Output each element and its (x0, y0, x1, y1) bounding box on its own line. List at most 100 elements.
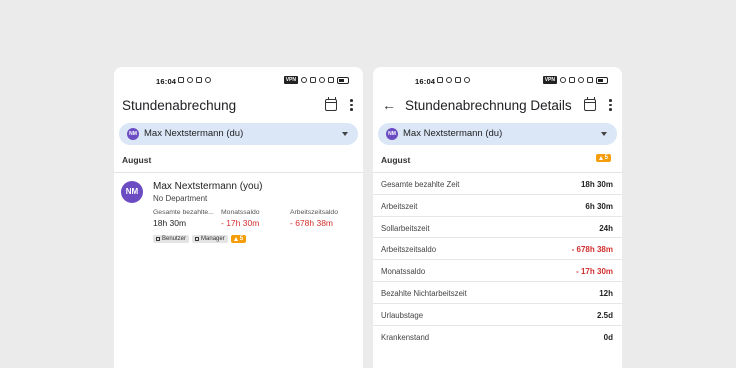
app-bar: Stundenabrechung (114, 95, 363, 117)
key-icon (464, 77, 470, 83)
battery-icon (337, 76, 349, 84)
employee-department: No Department (153, 194, 208, 203)
status-bar: 16:04 VPN (373, 67, 622, 93)
calendar-icon[interactable] (325, 97, 337, 111)
system-icons: VPN (542, 76, 608, 84)
warning-badge: 5 (595, 154, 611, 162)
stat-label: Gesamte bezahlte... (153, 209, 214, 216)
bluetooth-icon (310, 77, 316, 83)
vpn-icon: VPN (283, 76, 298, 84)
stat-value: - 17h 30m (221, 218, 260, 228)
role-tag: Benutzer (153, 235, 190, 243)
month-label: August (122, 155, 152, 165)
detail-row: Krankenstand 0d (373, 326, 622, 348)
detail-row: Arbeitszeit 6h 30m (373, 195, 622, 217)
role-tags: Benutzer Manager 5 (153, 235, 247, 243)
user-selector[interactable]: NM Max Nextstermann (du) (119, 123, 358, 145)
vpn-icon: VPN (542, 76, 557, 84)
detail-row: Monatssaldo - 17h 30m (373, 260, 622, 282)
detail-value: 12h (599, 288, 613, 298)
detail-value: - 17h 30m (576, 267, 613, 277)
manager-role-icon (195, 237, 200, 241)
notification-icon (446, 77, 452, 83)
detail-label: Monatssaldo (381, 267, 426, 277)
phone-screen-overview: 16:04 VPN Stundenabrechung NM Max Nextst… (114, 67, 363, 368)
notification-icons (178, 77, 211, 83)
selected-user-name: Max Nextstermann (du) (144, 128, 244, 139)
avatar: NM (127, 128, 139, 140)
warning-count: 5 (604, 155, 608, 161)
notification-icon (187, 77, 193, 83)
warning-icon (598, 156, 603, 160)
more-vert-icon[interactable] (609, 99, 612, 111)
page-title: Stundenabrechung (122, 98, 237, 113)
month-header: August (114, 151, 363, 173)
detail-value: 6h 30m (585, 201, 613, 211)
notification-icon (437, 77, 443, 83)
signal-icon (328, 77, 334, 83)
detail-row: Sollarbeitszeit 24h (373, 217, 622, 239)
selected-user-name: Max Nextstermann (du) (403, 128, 503, 139)
calendar-icon[interactable] (584, 97, 596, 111)
detail-value: - 678h 38m (571, 245, 613, 255)
wifi-icon (578, 77, 584, 83)
role-tag-label: Manager (201, 236, 225, 242)
employee-name: Max Nextstermann (you) (153, 181, 263, 192)
month-label: August (381, 155, 411, 165)
employee-card[interactable]: NM Max Nextstermann (you) No Department … (114, 173, 363, 243)
stat-value: - 678h 38m (290, 218, 333, 228)
stat-value: 18h 30m (153, 218, 187, 228)
detail-row: Urlaubstage 2.5d (373, 304, 622, 326)
role-tag: Manager (192, 235, 228, 243)
detail-row: Bezahlte Nichtarbeitszeit 12h (373, 282, 622, 304)
key-icon (205, 77, 211, 83)
stat-label: Arbeitszeitsaldo (290, 209, 338, 216)
detail-value: 24h (599, 223, 613, 233)
user-role-icon (156, 237, 160, 241)
notification-icons (437, 77, 470, 83)
detail-label: Arbeitszeitsaldo (381, 245, 437, 255)
detail-label: Sollarbeitszeit (381, 223, 430, 233)
detail-label: Gesamte bezahlte Zeit (381, 180, 460, 189)
role-tag-label: Benutzer (162, 236, 187, 242)
detail-label: Krankenstand (381, 332, 430, 342)
page-title: Stundenabrechnung Details (405, 98, 572, 113)
detail-row: Arbeitszeitsaldo - 678h 38m (373, 238, 622, 261)
detail-row: Gesamte bezahlte Zeit 18h 30m (373, 173, 622, 195)
status-time: 16:04 (415, 77, 436, 86)
detail-value: 2.5d (596, 310, 613, 320)
wifi-icon (319, 77, 325, 83)
detail-label: Arbeitszeit (381, 201, 418, 211)
signal-icon (587, 77, 593, 83)
status-time: 16:04 (156, 77, 177, 86)
details-list: Gesamte bezahlte Zeit 18h 30m Arbeitszeit… (373, 173, 622, 347)
detail-value: 18h 30m (580, 180, 613, 189)
stat-label: Monatssaldo (221, 209, 260, 216)
bluetooth-icon (569, 77, 575, 83)
warning-icon (233, 237, 238, 241)
notification-icon (455, 77, 461, 83)
system-icons: VPN (283, 76, 349, 84)
stat-monthly-balance: Monatssaldo - 17h 30m (221, 209, 260, 228)
avatar: NM (386, 128, 398, 140)
alarm-icon (560, 77, 566, 83)
arrow-back-icon[interactable]: ← (382, 98, 396, 112)
more-vert-icon[interactable] (350, 99, 353, 111)
notification-icon (196, 77, 202, 83)
month-header: August 5 (373, 151, 622, 173)
detail-label: Bezahlte Nichtarbeitszeit (381, 288, 467, 298)
dropdown-arrow-icon (342, 132, 348, 136)
app-bar: ← Stundenabrechnung Details (373, 95, 622, 117)
detail-value: 0d (603, 332, 613, 342)
status-bar: 16:04 VPN (114, 67, 363, 93)
dropdown-arrow-icon (601, 132, 607, 136)
stat-worktime-balance: Arbeitszeitsaldo - 678h 38m (290, 209, 338, 228)
user-selector[interactable]: NM Max Nextstermann (du) (378, 123, 617, 145)
battery-icon (596, 76, 608, 84)
warning-badge: 5 (230, 235, 247, 243)
avatar: NM (121, 181, 143, 203)
notification-icon (178, 77, 184, 83)
detail-label: Urlaubstage (381, 310, 424, 320)
warning-count: 5 (239, 236, 244, 242)
stat-paid-time: Gesamte bezahlte... 18h 30m (153, 209, 214, 228)
